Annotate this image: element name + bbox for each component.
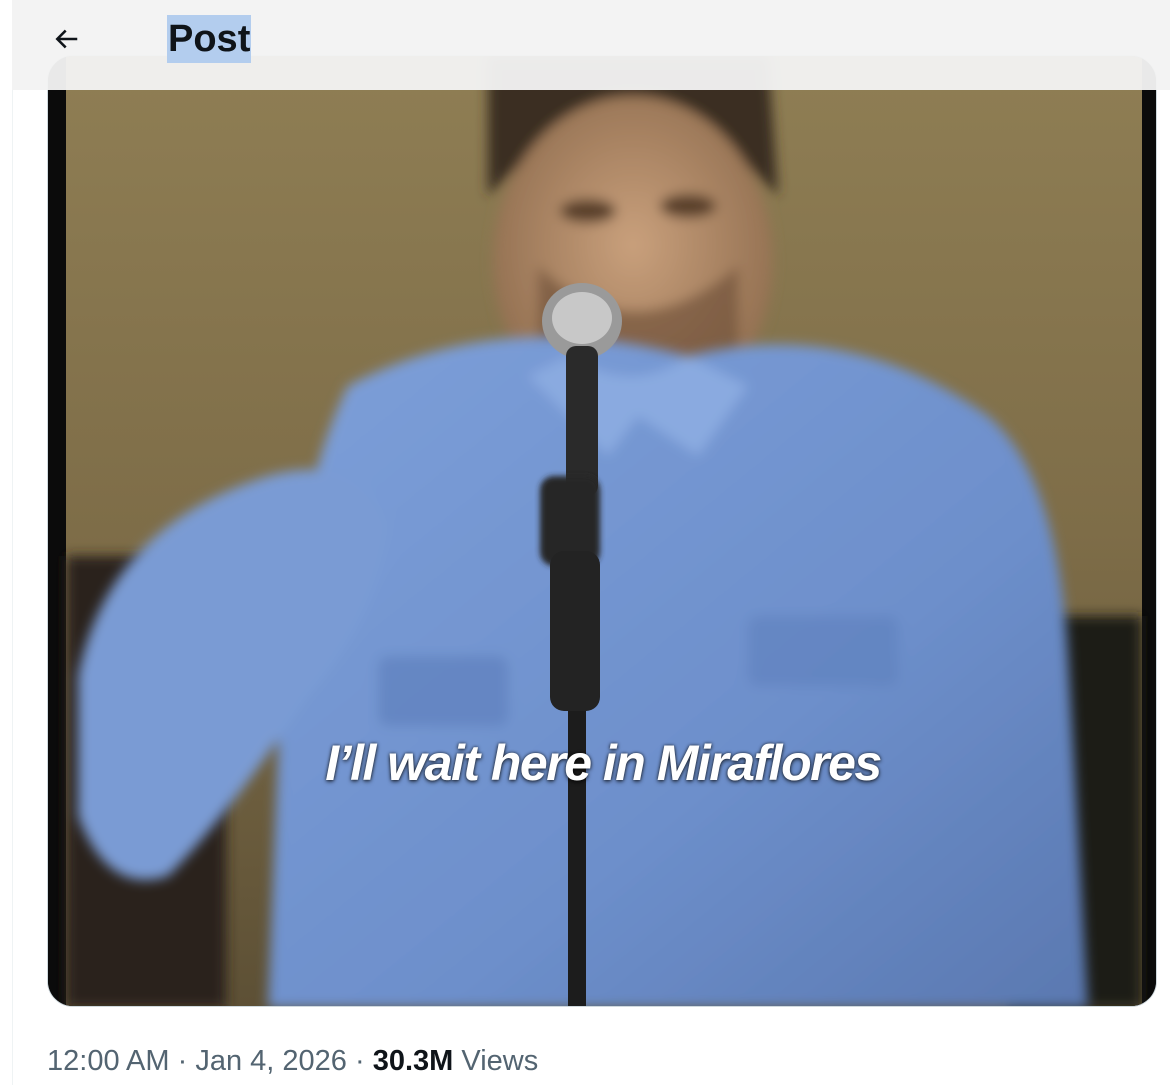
page-title: Post (167, 15, 252, 63)
video-caption: I’ll wait here in Miraflores (325, 735, 882, 791)
post-time[interactable]: 12:00 AM (47, 1045, 170, 1077)
post-meta: 12:00 AM · Jan 4, 2026 · 30.3M Views (47, 1041, 538, 1081)
top-header: Post (12, 0, 1170, 90)
views-label: Views (461, 1045, 539, 1077)
arrow-left-icon (55, 29, 78, 49)
post-date[interactable]: Jan 4, 2026 (195, 1045, 347, 1077)
views-count[interactable]: 30.3M (373, 1045, 454, 1077)
timeline-border (12, 0, 13, 1085)
video-frame (48, 56, 1156, 1006)
video-player[interactable]: I’ll wait here in Miraflores (47, 55, 1157, 1007)
meta-separator: · (177, 1045, 188, 1077)
meta-separator: · (354, 1045, 365, 1077)
back-button[interactable] (48, 21, 84, 57)
